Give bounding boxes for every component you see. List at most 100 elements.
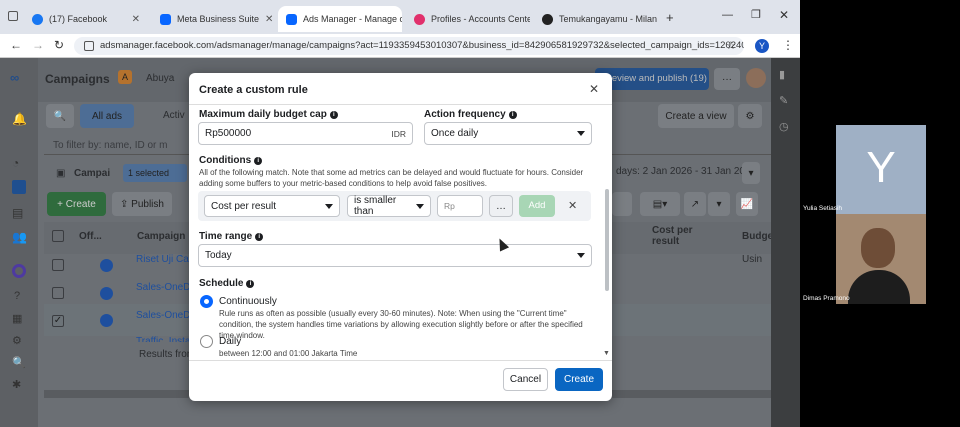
operator-select[interactable]: is smaller than [347,195,431,217]
campaign-name-link[interactable]: Traffic_Instas [136,336,195,342]
info-icon[interactable]: i [246,280,255,288]
chevron-down-icon [325,203,333,209]
scroll-down-icon[interactable]: ▼ [603,350,610,357]
bell-icon[interactable]: 🔔 [12,112,27,126]
create-button[interactable]: Create [555,368,603,391]
all-ads-button[interactable]: All ads [80,104,134,128]
url-field[interactable]: adsmanager.facebook.com/adsmanager/manag… [74,37,744,55]
campaigns-tab[interactable]: Campai [74,168,110,179]
remove-condition-icon[interactable]: ✕ [568,199,577,212]
duplicate-button[interactable]: ▤▾ [640,192,680,216]
active-filter[interactable]: Activ [163,110,185,121]
date-dropdown-icon[interactable]: ▾ [742,162,760,184]
currency-label: IDR [391,128,406,139]
dashboard-icon[interactable]: ◔ [12,156,19,170]
row-toggle[interactable] [100,314,113,327]
report-icon[interactable]: ▦ [12,312,22,325]
select-all-checkbox[interactable] [52,230,64,242]
publish-label: Publish [131,198,164,210]
profile-avatar[interactable]: Y [755,39,769,53]
bug-icon[interactable]: ✱ [12,378,21,391]
create-view-button[interactable]: Create a view [658,104,734,128]
account-name[interactable]: Abuya [146,73,174,84]
forward-icon[interactable]: → [32,38,44,52]
col-cost-per-result[interactable]: Cost per result [652,225,702,247]
info-icon[interactable]: i [254,157,263,165]
close-window-icon[interactable]: ✕ [779,8,789,22]
info-icon[interactable]: i [255,233,264,241]
gear-icon[interactable]: ⚙ [12,334,22,347]
cancel-button[interactable]: Cancel [503,368,548,391]
review-publish-button[interactable]: Review and publish (19) [595,68,709,90]
maximize-icon[interactable]: ❐ [751,8,761,21]
close-tab-icon[interactable]: ✕ [126,14,140,25]
daily-radio[interactable] [200,335,213,348]
tab-facebook[interactable]: (17) Facebook ✕ [24,6,148,32]
search-icon[interactable]: 🔍 [12,356,26,369]
close-tab-icon[interactable]: ✕ [657,14,658,25]
info-icon[interactable]: i [508,111,517,119]
create-campaign-button[interactable]: + Create [47,192,106,216]
metric-select[interactable]: Cost per result [204,195,340,217]
continuously-radio[interactable] [200,295,213,308]
col-campaign[interactable]: Campaign [137,231,185,242]
publish-button[interactable]: ⇪ Publish [112,192,172,216]
account-avatar[interactable]: A [118,70,132,84]
row-toggle[interactable] [100,259,113,272]
edit-icon[interactable]: ✎ [779,94,788,107]
tab-search-icon[interactable] [8,11,18,21]
back-icon[interactable]: ← [10,38,22,52]
pages-icon[interactable]: ▤ [12,206,23,220]
campaign-name-link[interactable]: Sales-OneDa [136,282,196,293]
tab-label: Meta Business Suite [177,14,260,24]
export-button[interactable]: ↗ [684,192,706,216]
col-budget[interactable]: Budge [742,231,773,242]
table-icon[interactable] [12,180,26,194]
add-condition-button[interactable]: Add [519,195,555,217]
campaign-name-link[interactable]: Riset Uji Cam [136,254,197,265]
tab-label: Temukangayamu - Milan [559,14,658,24]
selected-badge[interactable]: 1 selected [123,164,187,182]
close-icon[interactable]: ✕ [589,82,599,96]
scrollbar-thumb[interactable] [605,189,609,291]
row-checkbox-checked[interactable]: ✓ [52,315,64,327]
clock-icon[interactable]: ◷ [779,120,789,133]
filter-search-input[interactable]: To filter by: name, ID or m [53,140,167,151]
bookmark-star-icon[interactable]: ☆ [726,39,736,52]
more-options-button[interactable]: ··· [714,68,740,90]
new-tab-button[interactable]: + [666,10,674,25]
meta-ai-icon[interactable] [12,264,26,278]
toolbar-action-button[interactable] [612,192,632,216]
audience-icon[interactable]: 👥 [12,230,27,244]
col-off-on[interactable]: Off... [79,231,102,242]
campaign-name-link[interactable]: Sales-OneDa [136,310,196,321]
chart-button[interactable]: 📈 [736,192,758,216]
export-dropdown[interactable]: ▾ [708,192,730,216]
menu-kebab-icon[interactable]: ⋮ [782,38,794,52]
row-toggle[interactable] [100,287,113,300]
help-icon[interactable]: ? [14,290,20,302]
close-tab-icon[interactable]: ✕ [259,14,273,25]
row-checkbox[interactable] [52,259,64,271]
chart-icon[interactable]: ▮ [779,68,785,81]
tab-profiles[interactable]: Profiles - Accounts Cente ✕ [406,6,530,32]
tab-ads-manager[interactable]: Ads Manager - Manage c ✕ [278,6,402,32]
tab-meta-business-suite[interactable]: Meta Business Suite ✕ [152,6,276,32]
create-label: Create [65,198,96,210]
info-icon[interactable]: i [329,111,338,119]
settings-icon[interactable]: ⚙ [738,104,762,128]
time-range-select[interactable]: Today [198,244,592,267]
search-icon[interactable]: 🔍 [46,104,74,128]
condition-value-input[interactable]: Rp [437,195,483,217]
site-info-icon[interactable] [84,41,94,51]
date-range[interactable]: days: 2 Jan 2026 - 31 Jan 2026 [616,166,756,177]
minimize-icon[interactable]: — [722,9,733,21]
action-frequency-select[interactable]: Once daily [424,122,592,145]
reload-icon[interactable]: ↻ [54,38,64,52]
tab-temukangayamu[interactable]: Temukangayamu - Milan ✕ [534,6,658,32]
user-avatar[interactable] [746,68,766,88]
row-checkbox[interactable] [52,287,64,299]
max-budget-input[interactable]: Rp500000 IDR [198,122,413,145]
more-options-button[interactable]: … [489,195,513,217]
meta-logo-icon[interactable]: ∞ [10,70,19,85]
